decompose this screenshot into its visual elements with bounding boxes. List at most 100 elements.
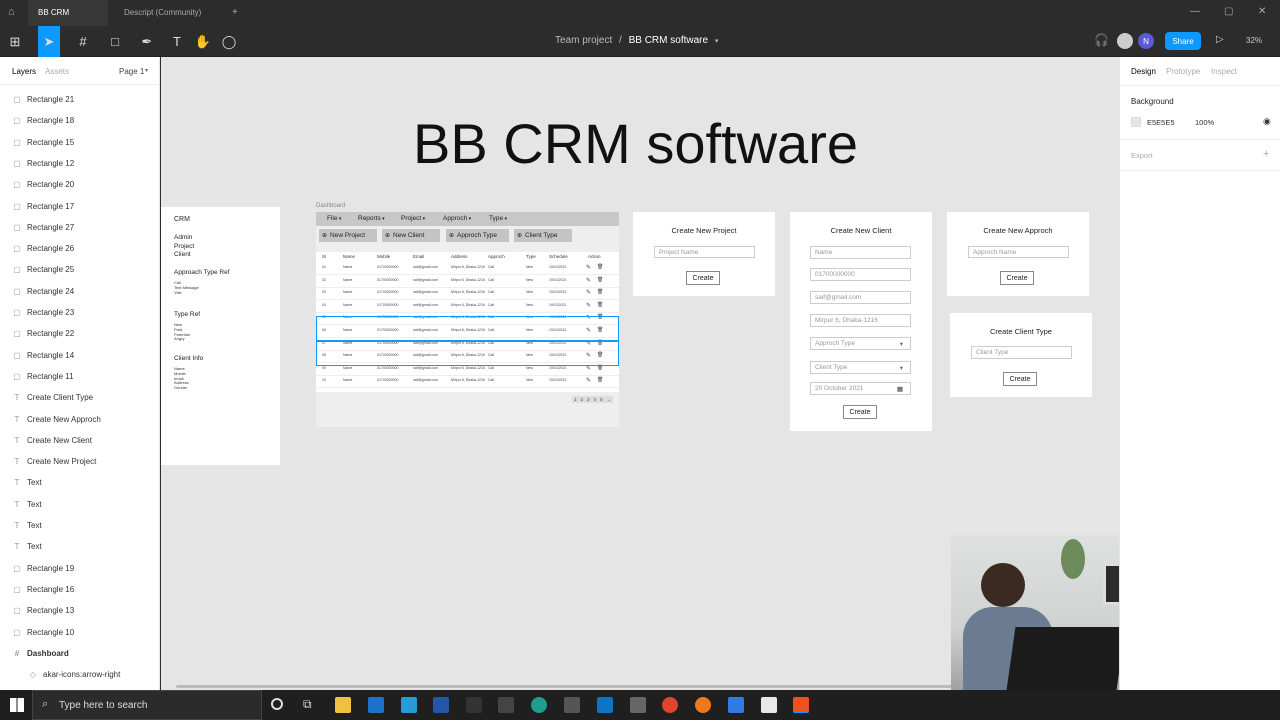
create-client-type-button[interactable]: Create (1003, 372, 1037, 386)
menu-item[interactable]: File ▾ (327, 215, 341, 222)
maximize-icon[interactable]: ▢ (1224, 6, 1233, 17)
main-menu-icon[interactable]: ⊞ (4, 26, 26, 57)
menu-item[interactable]: Project ▾ (401, 215, 425, 222)
dashboard-action-button[interactable]: ⊕ New Project (319, 229, 377, 242)
delete-icon[interactable]: 🗑 (597, 377, 603, 383)
layer-item[interactable]: ▢ Rectangle 16 (0, 579, 160, 600)
layer-item[interactable]: T Create Client Type (0, 387, 160, 408)
background-swatch[interactable] (1131, 117, 1141, 127)
vscode-icon[interactable] (597, 697, 613, 713)
sidebar-sub-item[interactable]: Visit (174, 290, 181, 295)
firefox-icon[interactable] (695, 697, 711, 713)
windows-start-icon[interactable] (10, 698, 24, 712)
layer-item[interactable]: T Create New Client (0, 430, 160, 451)
layer-item[interactable]: ▢ Rectangle 13 (0, 600, 160, 621)
client-email-input[interactable]: saif@gmail.com (810, 291, 911, 304)
edit-icon[interactable]: ✎ (586, 302, 591, 309)
client-name-input[interactable]: Name (810, 246, 911, 259)
add-export-icon[interactable]: + (1263, 148, 1269, 160)
app-icon-grid[interactable] (630, 697, 646, 713)
file-explorer-icon[interactable] (335, 697, 351, 713)
horizontal-scrollbar[interactable] (176, 685, 956, 688)
dashboard-action-button[interactable]: ⊕ New Client (382, 229, 440, 242)
dashboard-action-button[interactable]: ⊕ Client Type (514, 229, 572, 242)
present-icon[interactable]: ▷ (1216, 34, 1224, 45)
text-tool-icon[interactable]: T (166, 26, 188, 57)
delete-icon[interactable]: 🗑 (597, 302, 603, 308)
layer-item[interactable]: T Text (0, 472, 160, 493)
layer-item[interactable]: ▢ Rectangle 17 (0, 196, 160, 217)
dashboard-label[interactable]: Dashboard (316, 203, 345, 209)
layer-item[interactable]: T Create New Approch (0, 409, 160, 430)
new-tab-button[interactable]: + (222, 0, 248, 26)
layer-item[interactable]: ◇ akar-icons:arrow-right (0, 664, 160, 685)
app-icon-grey[interactable] (564, 697, 580, 713)
calendar-icon[interactable]: ▦ (897, 385, 903, 393)
dashboard-frame[interactable]: File ▾ Reports ▾ Project ▾ Approch ▾ Type ▾ … (316, 212, 619, 427)
create-client-frame[interactable]: Create New Client Name 01700000000 saif@… (790, 212, 932, 431)
layer-item[interactable]: ▢ Rectangle 20 (0, 174, 160, 195)
figma-icon[interactable] (793, 697, 809, 713)
eye-icon[interactable]: ◉ (1263, 116, 1271, 127)
create-project-frame[interactable]: Create New Project Project Name Create (633, 212, 775, 296)
layer-item[interactable]: ▢ Rectangle 27 (0, 217, 160, 238)
layer-item[interactable]: ▢ Rectangle 25 (0, 259, 160, 280)
layer-item[interactable]: ▢ Rectangle 15 (0, 132, 160, 153)
background-opacity[interactable]: 100% (1195, 118, 1214, 127)
sidebar-item[interactable]: Project (174, 243, 194, 250)
taskbar-search-box[interactable]: ⌕ Type here to search (32, 690, 262, 720)
layer-item[interactable]: ▢ Rectangle 22 (0, 323, 160, 344)
crm-sidebar-frame[interactable]: CRM Admin Project Client Approach Type Ref C… (161, 207, 280, 465)
chevron-down-icon[interactable]: ▾ (715, 38, 719, 45)
table-row[interactable]: 01 Name 01700000000 saif@gmail.com Mirpur 6,… (316, 263, 619, 275)
client-address-input[interactable]: Mirpur 6, Dhaka-1216 (810, 314, 911, 327)
terminal-icon[interactable] (498, 697, 514, 713)
layer-item[interactable]: ▢ Rectangle 12 (0, 153, 160, 174)
layer-item[interactable]: ▢ Rectangle 14 (0, 345, 160, 366)
layer-item[interactable]: ▢ Rectangle 21 (0, 89, 160, 110)
delete-icon[interactable]: 🗑 (597, 289, 603, 295)
frame-tool-icon[interactable]: # (72, 26, 94, 57)
layer-item[interactable]: T Text (0, 494, 160, 515)
create-client-type-frame[interactable]: Create Client Type Client Type Create (950, 313, 1092, 397)
move-tool-icon[interactable]: ➤ (38, 26, 60, 57)
zoom-level[interactable]: 32% (1246, 36, 1262, 45)
table-row[interactable]: 04 Name 01700000000 saif@gmail.com Mirpur 6,… (316, 301, 619, 313)
edit-icon[interactable]: ✎ (586, 264, 591, 271)
pen-app-icon[interactable] (466, 697, 482, 713)
pen-tool-icon[interactable]: ✒ (136, 26, 158, 57)
edge-icon[interactable] (531, 697, 547, 713)
hand-tool-icon[interactable]: ✋ (192, 26, 214, 57)
layer-item[interactable]: T Text (0, 536, 160, 557)
tab-assets[interactable]: Assets (45, 67, 69, 76)
background-hex[interactable]: E5E5E5 (1147, 118, 1175, 127)
app-icon-navy[interactable] (433, 697, 449, 713)
approach-type-select[interactable]: Approch Type ▾ (810, 337, 911, 350)
page-selector[interactable]: Page 1 (119, 67, 144, 76)
export-heading[interactable]: Export (1131, 151, 1153, 160)
edit-icon[interactable]: ✎ (586, 277, 591, 284)
store-icon[interactable] (761, 697, 777, 713)
share-button[interactable]: Share (1165, 32, 1201, 50)
tab-descript[interactable]: Descript (Community) (114, 0, 224, 26)
create-project-button[interactable]: Create (686, 271, 720, 285)
avatar-n[interactable]: N (1138, 33, 1154, 49)
layer-item[interactable]: ▢ Rectangle 10 (0, 622, 160, 643)
table-row[interactable]: 02 Name 01700000000 saif@gmail.com Mirpur 6,… (316, 276, 619, 288)
close-icon[interactable]: ✕ (1258, 6, 1266, 17)
delete-icon[interactable]: 🗑 (597, 264, 603, 270)
arrow-right-icon[interactable]: → (605, 396, 614, 403)
layer-item[interactable]: T Create New Project (0, 451, 160, 472)
tab-prototype[interactable]: Prototype (1166, 67, 1200, 76)
home-icon[interactable]: ⌂ (8, 6, 22, 20)
mail-icon[interactable] (368, 697, 384, 713)
layer-item[interactable]: ▢ Rectangle 24 (0, 281, 160, 302)
tab-layers[interactable]: Layers (12, 67, 36, 76)
client-type-select[interactable]: Client Type ▾ (810, 361, 911, 374)
avatar[interactable] (1117, 33, 1133, 49)
client-type-input[interactable]: Client Type (971, 346, 1072, 359)
client-mobile-input[interactable]: 01700000000 (810, 268, 911, 281)
date-input[interactable]: 20 October 2021 ▦ (810, 382, 911, 395)
layer-item[interactable]: ▢ Rectangle 11 (0, 366, 160, 387)
create-approach-button[interactable]: Create (1000, 271, 1034, 285)
